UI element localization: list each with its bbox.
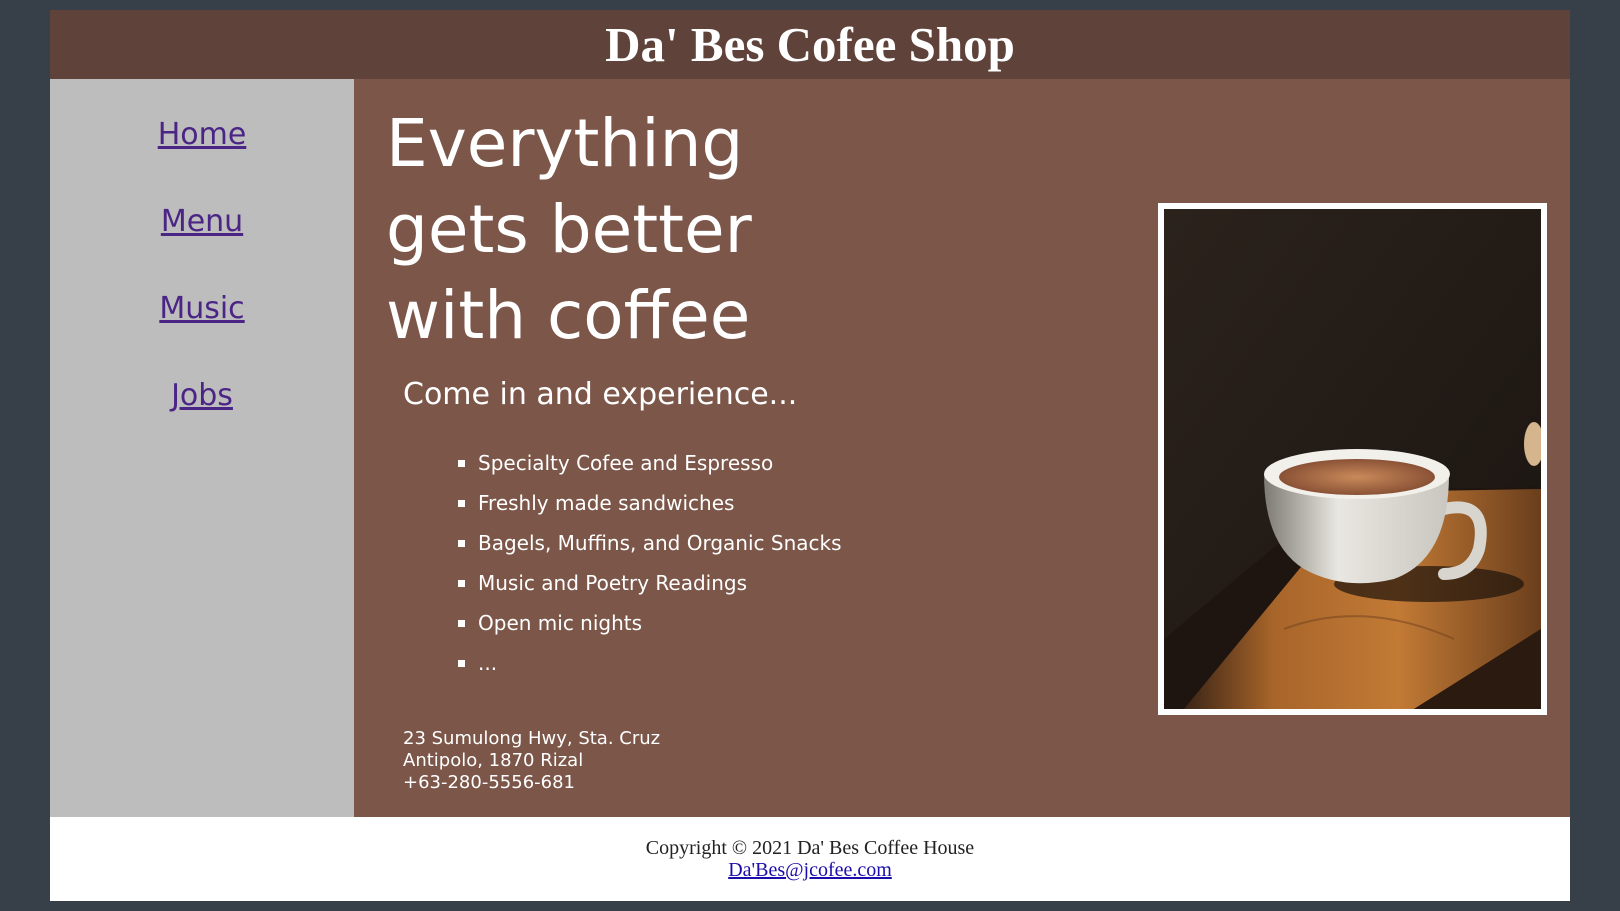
coffee-cup-photo	[1158, 203, 1547, 715]
nav-link-menu[interactable]: Menu	[50, 204, 354, 239]
list-item: Open mic nights	[458, 611, 842, 651]
email-link[interactable]: Da'Bes@jcofee.com	[728, 859, 892, 881]
list-item: Bagels, Muffins, and Organic Snacks	[458, 531, 842, 571]
site-header: Da' Bes Cofee Shop	[50, 10, 1570, 79]
page: Da' Bes Cofee Shop Home Menu Music Jobs …	[50, 10, 1570, 901]
shop-address: 23 Sumulong Hwy, Sta. Cruz Antipolo, 187…	[403, 728, 660, 794]
main-content: Everything gets better with coffee Come …	[354, 79, 1570, 817]
email-row: Da'Bes@jcofee.com	[50, 859, 1570, 882]
phone-number: +63-280-5556-681	[403, 772, 575, 793]
list-item: ...	[458, 651, 842, 691]
site-footer: Copyright © 2021 Da' Bes Coffee House Da…	[50, 817, 1570, 901]
nav-link-home[interactable]: Home	[50, 117, 354, 152]
address-line-1: 23 Sumulong Hwy, Sta. Cruz	[403, 728, 661, 749]
address-line-2: Antipolo, 1870 Rizal	[403, 750, 584, 771]
site-title: Da' Bes Cofee Shop	[605, 17, 1015, 72]
nav-link-music[interactable]: Music	[50, 291, 354, 326]
sidebar-nav: Home Menu Music Jobs	[50, 79, 354, 817]
list-item: Freshly made sandwiches	[458, 491, 842, 531]
list-item: Music and Poetry Readings	[458, 571, 842, 611]
nav-link-jobs[interactable]: Jobs	[50, 378, 354, 413]
coffee-cup-illustration	[1164, 209, 1541, 709]
hero-headline: Everything gets better with coffee	[386, 105, 752, 354]
hero-subheading: Come in and experience...	[403, 377, 798, 412]
copyright-text: Copyright © 2021 Da' Bes Coffee House	[645, 837, 975, 859]
list-item: Specialty Cofee and Espresso	[458, 451, 842, 491]
feature-list: Specialty Cofee and Espresso Freshly mad…	[458, 451, 842, 691]
